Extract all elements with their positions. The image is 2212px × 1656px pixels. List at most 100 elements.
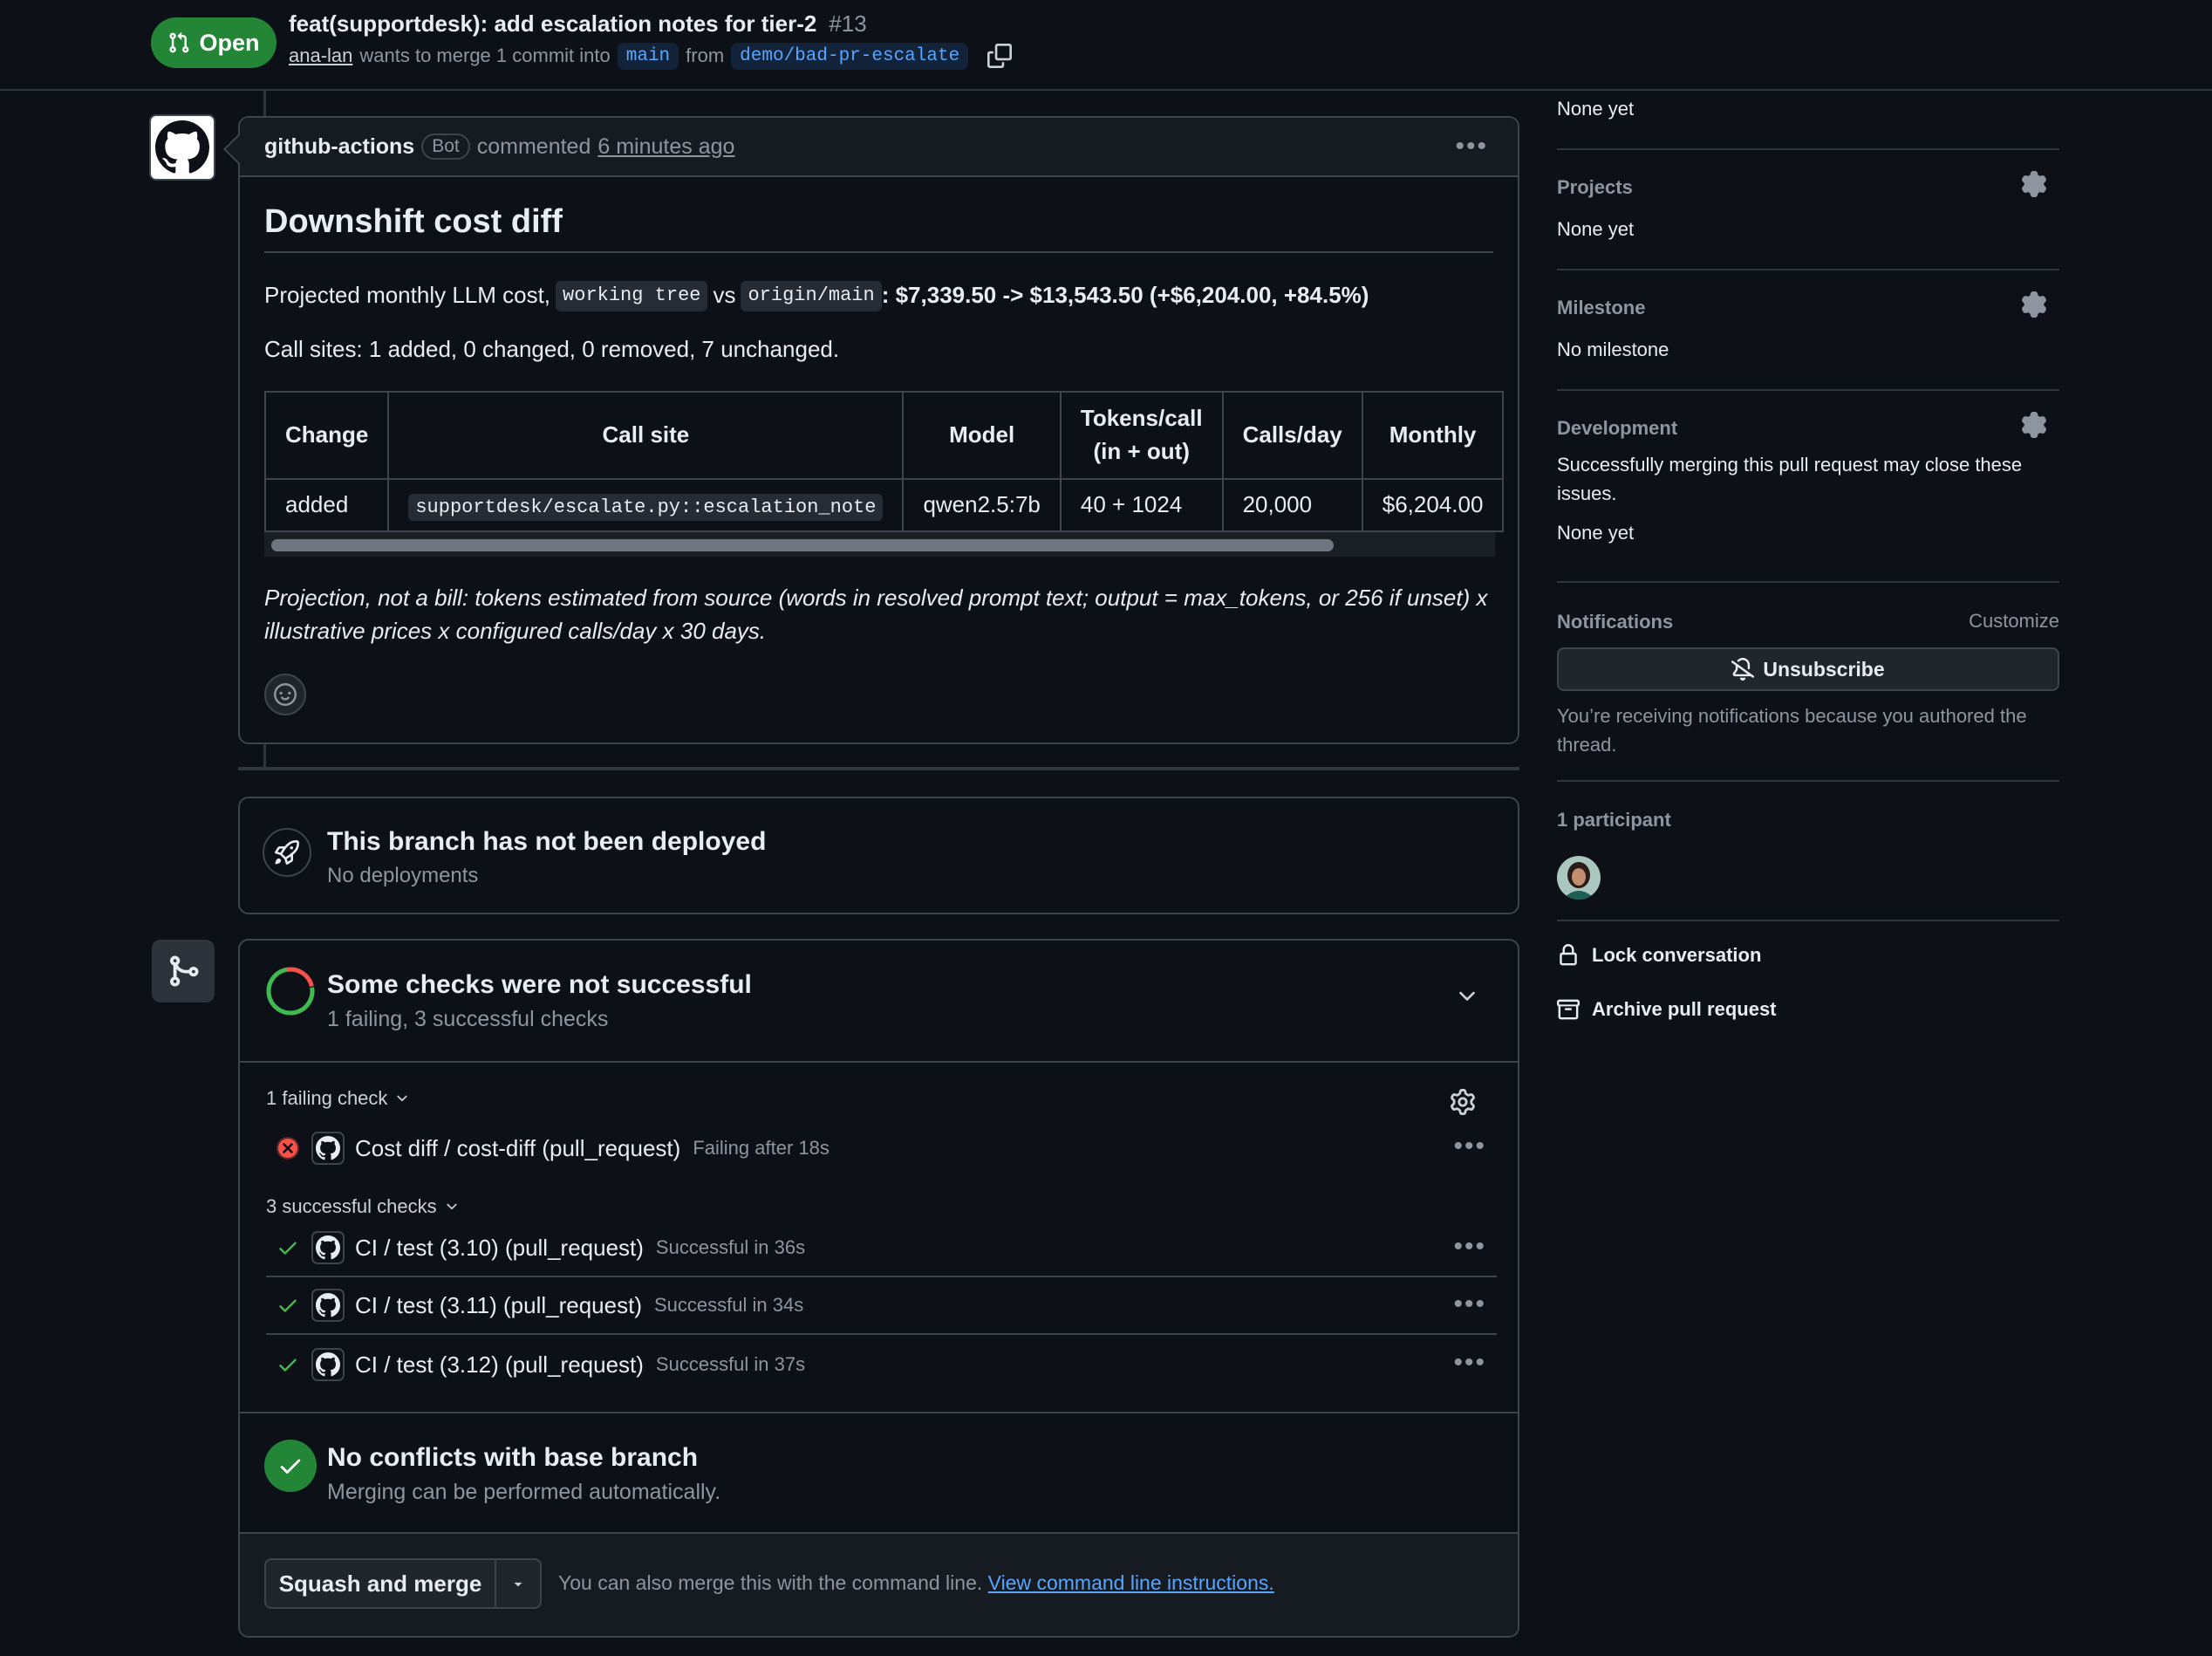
archive-icon — [1557, 999, 1580, 1020]
github-actions-app-icon — [311, 1348, 345, 1381]
check-row-successful[interactable]: CI / test (3.11) (pull_request) Successf… — [266, 1277, 1497, 1335]
github-logo-icon — [316, 1235, 340, 1260]
github-logo-icon — [316, 1293, 340, 1317]
comment-heading: Downshift cost diff — [264, 203, 1493, 253]
cell-model: qwen2.5:7b — [902, 477, 1062, 532]
lock-conversation-button[interactable]: Lock conversation — [1557, 944, 1761, 967]
check-options-kebab-icon[interactable]: ••• — [1453, 1234, 1486, 1260]
projection-vs: vs — [713, 282, 736, 309]
check-duration: Failing after 18s — [693, 1137, 830, 1159]
bell-slash-icon — [1731, 658, 1755, 681]
check-row-successful[interactable]: CI / test (3.10) (pull_request) Successf… — [266, 1220, 1497, 1277]
archive-label: Archive pull request — [1592, 998, 1777, 1020]
gear-icon[interactable] — [1450, 1089, 1476, 1115]
timeline-line — [263, 744, 266, 767]
deployment-status: This branch has not been deployed No dep… — [238, 797, 1519, 914]
successful-checks-toggle[interactable]: 3 successful checks — [266, 1195, 460, 1218]
table-scrollbar[interactable] — [264, 531, 1495, 557]
chevron-down-icon[interactable] — [1455, 984, 1479, 1009]
th-model: Model — [902, 390, 1062, 480]
github-actions-app-icon — [311, 1132, 345, 1165]
avatar[interactable] — [1557, 856, 1601, 900]
comment-author[interactable]: github-actions — [264, 134, 414, 160]
pr-author-link[interactable]: ana-lan — [289, 44, 352, 67]
github-logo-icon — [155, 120, 209, 174]
divider — [1557, 269, 2059, 270]
merge-text: wants to merge 1 commit into — [359, 44, 611, 66]
base-branch[interactable]: main — [617, 42, 679, 70]
rocket-icon — [275, 840, 299, 865]
development-value: None yet — [1557, 522, 1635, 544]
check-row-failing[interactable]: Cost diff / cost-diff (pull_request) Fai… — [266, 1119, 1497, 1177]
table-scrollbar-thumb[interactable] — [271, 538, 1334, 551]
check-name: Cost diff / cost-diff (pull_request) — [355, 1134, 681, 1161]
check-options-kebab-icon[interactable]: ••• — [1453, 1350, 1486, 1376]
cell-call-site: supportdesk/escalate.py::escalation_note — [387, 477, 905, 532]
merge-method-dropdown[interactable] — [496, 1560, 540, 1607]
check-options-kebab-icon[interactable]: ••• — [1453, 1133, 1486, 1160]
gear-icon[interactable] — [2021, 171, 2047, 197]
gear-icon[interactable] — [2021, 412, 2047, 438]
check-row-successful[interactable]: CI / test (3.12) (pull_request) Successf… — [266, 1336, 1497, 1393]
sidebar-milestone[interactable]: Milestone No milestone — [1557, 291, 2059, 361]
copy-branch-button[interactable] — [984, 40, 1015, 72]
add-reaction-button[interactable] — [264, 673, 306, 715]
pr-state-label: Open — [199, 29, 260, 56]
bot-comment: github-actions Bot commented 6 minutes a… — [238, 116, 1519, 744]
check-duration: Successful in 36s — [655, 1236, 806, 1258]
checks-title: Some checks were not successful — [327, 970, 752, 999]
comment-options-kebab-icon[interactable]: ••• — [1455, 133, 1488, 160]
from-text: from — [686, 44, 725, 66]
github-actions-app-icon — [311, 1289, 345, 1322]
table-row: added supportdesk/escalate.py::escalatio… — [263, 477, 1505, 532]
pr-number: #13 — [829, 10, 867, 37]
github-logo-icon — [316, 1136, 340, 1160]
chevron-down-icon — [447, 1203, 457, 1210]
pr-title: feat(supportdesk): add escalation notes … — [289, 10, 817, 37]
failing-checks-toggle[interactable]: 1 failing check — [266, 1087, 410, 1110]
development-description: Successfully merging this pull request m… — [1557, 454, 2023, 504]
git-merge-icon — [170, 955, 199, 987]
check-options-kebab-icon[interactable]: ••• — [1453, 1291, 1486, 1317]
unsubscribe-button[interactable]: Unsubscribe — [1557, 647, 2059, 691]
milestone-value: No milestone — [1557, 339, 1669, 360]
cost-table: Change Call site Model Tokens/call (in + … — [263, 390, 1505, 532]
development-title: Development — [1557, 417, 1678, 439]
cell-change: added — [263, 477, 390, 532]
sidebar-top-value: None yet — [1557, 98, 1635, 120]
customize-notifications-link[interactable]: Customize — [1969, 606, 2059, 635]
comment-time-link[interactable]: 6 minutes ago — [597, 134, 734, 160]
check-duration: Successful in 34s — [654, 1294, 804, 1316]
sidebar-development[interactable]: Development Successfully merging this pu… — [1557, 412, 2059, 544]
head-branch[interactable]: demo/bad-pr-escalate — [731, 42, 969, 70]
check-name: CI / test (3.12) (pull_request) — [355, 1351, 644, 1378]
milestone-title: Milestone — [1557, 297, 1646, 318]
archive-pr-button[interactable]: Archive pull request — [1557, 998, 1777, 1021]
divider — [1557, 389, 2059, 391]
cell-calls-day: 20,000 — [1221, 477, 1363, 532]
sidebar-participants: 1 participant — [1557, 809, 2059, 900]
gear-icon[interactable] — [2021, 291, 2047, 318]
unsubscribe-label: Unsubscribe — [1763, 657, 1885, 681]
sidebar-projects[interactable]: Projects None yet — [1557, 171, 2059, 241]
th-calls-day: Calls/day — [1221, 390, 1363, 480]
deploy-subtitle: No deployments — [327, 864, 479, 887]
th-monthly: Monthly — [1361, 390, 1505, 480]
cli-instructions-link[interactable]: View command line instructions. — [988, 1571, 1274, 1594]
squash-and-merge-button[interactable]: Squash and merge — [266, 1560, 496, 1607]
cli-text: You can also merge this with the command… — [558, 1571, 983, 1594]
check-name: CI / test (3.11) (pull_request) — [355, 1291, 642, 1318]
smiley-icon — [274, 682, 297, 706]
checks-summary[interactable]: Some checks were not successful 1 failin… — [240, 941, 1518, 1063]
cell-monthly: $6,204.00 — [1361, 477, 1505, 532]
check-icon — [275, 1351, 301, 1378]
divider — [1557, 920, 2059, 921]
projection-values: : $7,339.50 -> $13,543.50 (+$6,204.00, +… — [881, 282, 1369, 309]
bot-avatar[interactable] — [149, 114, 215, 181]
lock-label: Lock conversation — [1592, 944, 1762, 966]
projection-note: Projection, not a bill: tokens estimated… — [264, 584, 1488, 644]
cost-table-scroll[interactable]: Change Call site Model Tokens/call (in + … — [263, 390, 1505, 557]
merge-status-icon — [152, 940, 215, 1002]
github-logo-icon — [316, 1352, 340, 1377]
comment-header: github-actions Bot commented 6 minutes a… — [240, 118, 1518, 177]
